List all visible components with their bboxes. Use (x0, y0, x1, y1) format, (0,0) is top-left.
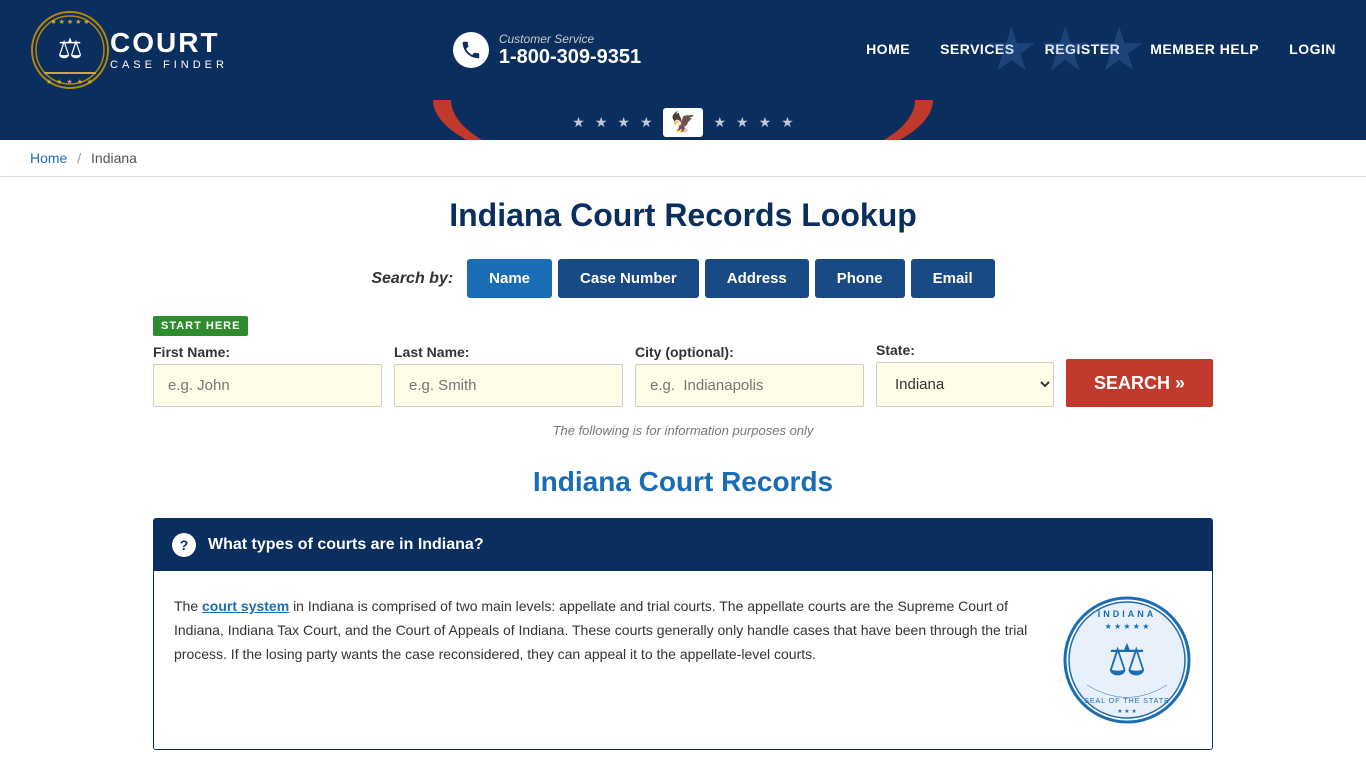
tab-phone[interactable]: Phone (815, 259, 905, 298)
phone-svg (460, 39, 482, 61)
star-7: ★ (759, 114, 772, 131)
city-group: City (optional): (635, 344, 864, 407)
last-name-group: Last Name: (394, 344, 623, 407)
svg-text:★ ★ ★ ★ ★: ★ ★ ★ ★ ★ (1105, 622, 1150, 631)
search-by-label: Search by: (371, 270, 453, 288)
nav-home[interactable]: HOME (866, 41, 910, 59)
accordion-title: What types of courts are in Indiana? (208, 536, 484, 554)
logo-badge: ★ ★ ★ ★ ★ ⚖ ★ ★ ★ ★ ★ (30, 10, 110, 90)
last-name-input[interactable] (394, 364, 623, 407)
cs-number: 1-800-309-9351 (499, 46, 641, 69)
accordion-text: The court system in Indiana is comprised… (174, 595, 1038, 666)
tab-case-number[interactable]: Case Number (558, 259, 699, 298)
state-select[interactable]: AlabamaAlaskaArizonaArkansasCaliforniaCo… (876, 362, 1054, 407)
stars-row: ★ ★ ★ ★ 🦅 ★ ★ ★ ★ (572, 108, 793, 137)
indiana-seal: INDIANA ★ ★ ★ ★ ★ ⚖ SEAL OF THE STATE ★ … (1062, 595, 1192, 725)
cs-label: Customer Service (499, 32, 641, 46)
state-label: State: (876, 342, 1054, 358)
star-1: ★ (572, 114, 585, 131)
logo-case-finder-label: CASE FINDER (110, 59, 228, 71)
court-system-link[interactable]: court system (202, 598, 289, 614)
nav-login[interactable]: LOGIN (1289, 41, 1336, 59)
star-2: ★ (595, 114, 608, 131)
logo-text: COURT CASE FINDER (110, 29, 228, 71)
nav-member-help[interactable]: MEMBER HELP (1150, 41, 1259, 59)
svg-text:⚖: ⚖ (57, 33, 82, 64)
city-input[interactable] (635, 364, 864, 407)
nav-register[interactable]: REGISTER (1045, 41, 1121, 59)
tab-email[interactable]: Email (911, 259, 995, 298)
search-tabs-row: Search by: Name Case Number Address Phon… (153, 259, 1213, 298)
svg-text:SEAL OF THE STATE: SEAL OF THE STATE (1084, 698, 1170, 705)
star-5: ★ (713, 114, 726, 131)
records-title: Indiana Court Records (153, 466, 1213, 498)
svg-text:★ ★ ★ ★ ★: ★ ★ ★ ★ ★ (46, 78, 94, 86)
state-group: State: AlabamaAlaskaArizonaArkansasCalif… (876, 342, 1054, 407)
last-name-label: Last Name: (394, 344, 623, 360)
breadcrumb: Home / Indiana (0, 140, 1366, 177)
info-note: The following is for information purpose… (153, 423, 1213, 438)
breadcrumb-current: Indiana (91, 150, 137, 166)
search-button[interactable]: SEARCH » (1066, 359, 1213, 407)
svg-text:★ ★ ★ ★ ★: ★ ★ ★ ★ ★ (50, 18, 89, 26)
hero-banner: ★ ★ ★ ★ 🦅 ★ ★ ★ ★ (0, 100, 1366, 140)
logo-area[interactable]: ★ ★ ★ ★ ★ ⚖ ★ ★ ★ ★ ★ COURT CASE FINDER (30, 10, 228, 90)
first-name-group: First Name: (153, 344, 382, 407)
nav-services[interactable]: SERVICES (940, 41, 1015, 59)
hero-banner-inner: ★ ★ ★ ★ 🦅 ★ ★ ★ ★ (0, 100, 1366, 140)
accordion-body-text: in Indiana is comprised of two main leve… (174, 598, 1027, 662)
svg-text:★ ★ ★: ★ ★ ★ (1117, 708, 1136, 715)
first-name-label: First Name: (153, 344, 382, 360)
phone-icon (453, 32, 489, 68)
main-content: Indiana Court Records Lookup Search by: … (133, 177, 1233, 770)
star-8: ★ (781, 114, 794, 131)
customer-service: Customer Service 1-800-309-9351 (453, 32, 641, 69)
svg-text:INDIANA: INDIANA (1098, 609, 1157, 619)
breadcrumb-sep: / (77, 150, 81, 166)
star-6: ★ (736, 114, 749, 131)
star-3: ★ (617, 114, 630, 131)
breadcrumb-home[interactable]: Home (30, 150, 67, 166)
logo-court-label: COURT (110, 29, 228, 57)
city-label: City (optional): (635, 344, 864, 360)
main-nav: HOME SERVICES REGISTER MEMBER HELP LOGIN (866, 41, 1336, 59)
accordion-header[interactable]: ? What types of courts are in Indiana? (154, 519, 1212, 571)
search-form: First Name: Last Name: City (optional): … (153, 342, 1213, 407)
star-4: ★ (640, 114, 653, 131)
site-header: ★ ★ ★ ★ ★ ★ ★ ★ ⚖ ★ ★ ★ ★ ★ COURT CASE F… (0, 0, 1366, 100)
start-here-badge: START HERE (153, 316, 248, 336)
first-name-input[interactable] (153, 364, 382, 407)
cs-text-block: Customer Service 1-800-309-9351 (499, 32, 641, 69)
page-title: Indiana Court Records Lookup (153, 197, 1213, 234)
accordion-body: The court system in Indiana is comprised… (154, 571, 1212, 749)
tab-address[interactable]: Address (705, 259, 809, 298)
accordion: ? What types of courts are in Indiana? T… (153, 518, 1213, 750)
tab-name[interactable]: Name (467, 259, 552, 298)
eagle-icon: 🦅 (663, 108, 704, 137)
question-icon: ? (172, 533, 196, 557)
svg-text:⚖: ⚖ (1107, 636, 1146, 685)
